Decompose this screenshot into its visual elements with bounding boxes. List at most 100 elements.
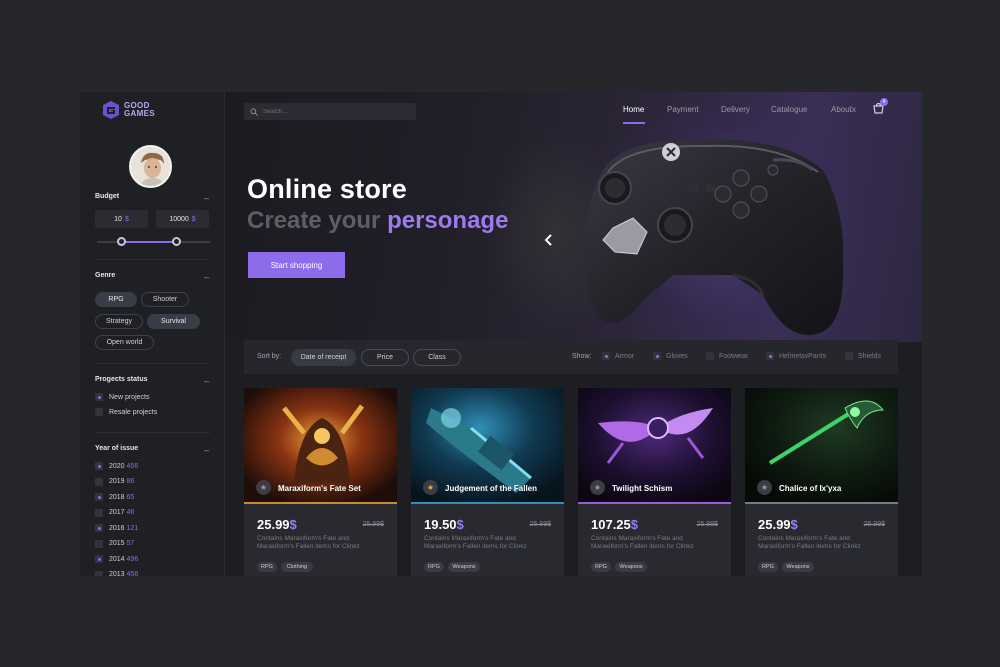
price-value: 25.99 (257, 517, 290, 532)
product-tag[interactable]: RPG (257, 562, 277, 572)
hero-subtitle: Create your personage (247, 207, 508, 235)
year-text: 2014 496 (109, 556, 138, 563)
nav-catalogue[interactable]: Catalogue (771, 105, 807, 114)
year-item-2015[interactable]: 2015 57 (95, 539, 134, 548)
genre-chip-rpg[interactable]: RPG (95, 292, 137, 307)
product-card[interactable]: ★ Judgement of the Fallen 19.50$ 25.99$ … (411, 388, 564, 576)
year-item-2016[interactable]: 2016 121 (95, 524, 138, 532)
show-shields[interactable]: Shields (845, 352, 881, 360)
product-tag[interactable]: Clothing (281, 562, 313, 572)
show-gloves[interactable]: Gloves (653, 352, 688, 360)
checkbox[interactable] (95, 493, 103, 501)
checkbox[interactable] (602, 352, 610, 360)
year-label: 2014 (109, 555, 125, 563)
checkbox[interactable] (706, 352, 714, 360)
product-name[interactable]: Judgement of the Fallen (445, 484, 537, 493)
genre-chip-shooter[interactable]: Shooter (141, 292, 189, 307)
product-tag[interactable]: Weapons (782, 562, 814, 572)
genre-chip-open-world[interactable]: Open world (95, 335, 154, 350)
avatar-image (131, 147, 170, 186)
checkbox[interactable] (95, 393, 103, 401)
product-name[interactable]: Twilight Schism (612, 484, 672, 493)
search-input[interactable] (263, 108, 403, 115)
budget-title: Budget (95, 193, 120, 200)
search-bar[interactable] (244, 103, 416, 120)
checkbox[interactable] (95, 508, 103, 517)
product-card[interactable]: ★ Twilight Schism 107.25$ 25.99$ Contain… (578, 388, 731, 576)
product-tag[interactable]: Weapons (448, 562, 480, 572)
nav-payment[interactable]: Payment (667, 105, 699, 114)
favorite-star-icon[interactable]: ★ (590, 480, 605, 495)
year-item-2014[interactable]: 2014 496 (95, 555, 138, 563)
product-name[interactable]: Maraxiform's Fate Set (278, 484, 361, 493)
search-icon (250, 107, 258, 116)
nav-about[interactable]: Aboutx (831, 105, 856, 114)
carousel-prev-icon[interactable] (543, 233, 555, 247)
year-item-2020[interactable]: 2020 456 (95, 462, 138, 470)
genre-title: Genre (95, 272, 116, 279)
hero-banner: Home Payment Delivery Catalogue Aboutx 4… (225, 92, 922, 342)
budget-slider-max-handle[interactable] (171, 237, 181, 246)
budget-min-field[interactable]: 10 $ (95, 210, 148, 228)
show-footwear[interactable]: Footwear (706, 352, 748, 360)
product-tag[interactable]: Weapons (615, 562, 647, 572)
sort-price[interactable]: Price (361, 349, 409, 366)
budget-slider-min-handle[interactable] (117, 237, 127, 246)
price-value: 19.50 (424, 517, 457, 532)
show-armor[interactable]: Armor (602, 352, 634, 360)
price-currency: $ (630, 517, 638, 532)
show-option-label: Footwear (719, 352, 749, 360)
budget-min-currency: $ (124, 215, 129, 223)
product-tag[interactable]: RPG (424, 562, 444, 572)
checkbox[interactable] (95, 408, 103, 416)
genre-chip-strategy[interactable]: Strategy (95, 314, 143, 329)
checkbox[interactable] (95, 524, 103, 532)
budget-max-field[interactable]: 10000 $ (156, 210, 209, 228)
product-card[interactable]: ★ Chalice of Ix'yxa 25.99$ 25.99$ Contai… (745, 388, 898, 576)
start-shopping-button[interactable]: Start shopping (248, 252, 345, 278)
brand-logo[interactable]: GOOD GAMES (102, 100, 155, 120)
show-helmets-pants[interactable]: HelmetsvPants (766, 352, 826, 360)
favorite-star-icon[interactable]: ★ (757, 480, 772, 495)
nav-delivery[interactable]: Delivery (721, 105, 750, 114)
year-item-2018[interactable]: 2018 65 (95, 493, 134, 501)
checkbox[interactable] (95, 555, 103, 563)
status-resale-projects[interactable]: Resale projects (95, 408, 157, 416)
product-old-price: 25.99$ (362, 521, 384, 528)
favorite-star-icon[interactable]: ★ (256, 480, 271, 495)
checkbox[interactable] (95, 539, 103, 548)
year-item-2017[interactable]: 2017 46 (95, 508, 134, 517)
nav-home[interactable]: Home (623, 105, 644, 114)
year-text: 2013 456 (109, 571, 138, 576)
checkbox[interactable] (845, 352, 853, 360)
hero-subtitle-plain: Create your (247, 207, 388, 234)
projects-status-collapse-icon[interactable]: – (204, 377, 209, 386)
budget-slider-track[interactable] (97, 241, 210, 243)
sort-class[interactable]: Class (413, 349, 461, 366)
year-item-2013[interactable]: 2013 456 (95, 570, 138, 576)
avatar[interactable] (129, 145, 172, 188)
product-tag[interactable]: RPG (591, 562, 611, 572)
budget-collapse-icon[interactable]: – (204, 194, 209, 203)
product-tag[interactable]: RPG (758, 562, 778, 572)
year-count: 121 (126, 524, 139, 532)
checkbox[interactable] (95, 570, 103, 576)
sort-date-of-receipt[interactable]: Date of receipt (291, 349, 356, 366)
product-description: Contains Maraxiform's Fate and Maraxifor… (424, 535, 527, 550)
year-label: 2016 (109, 524, 125, 532)
status-new-projects[interactable]: New projects (95, 393, 149, 401)
product-name[interactable]: Chalice of Ix'yxa (779, 484, 841, 493)
budget-max-value: 10000 (169, 215, 189, 223)
checkbox[interactable] (95, 462, 103, 470)
genre-chip-survival[interactable]: Survival (147, 314, 200, 329)
product-card[interactable]: ★ Maraxiform's Fate Set 25.99$ 25.99$ Co… (244, 388, 397, 576)
checkbox[interactable] (653, 352, 661, 360)
genre-collapse-icon[interactable]: – (204, 273, 209, 282)
price-currency: $ (790, 517, 798, 532)
favorite-star-icon[interactable]: ★ (423, 480, 438, 495)
year-collapse-icon[interactable]: – (204, 446, 209, 455)
year-item-2019[interactable]: 2019 86 (95, 477, 134, 486)
checkbox[interactable] (95, 477, 103, 486)
product-price: 19.50$ (424, 517, 464, 532)
checkbox[interactable] (766, 352, 774, 360)
